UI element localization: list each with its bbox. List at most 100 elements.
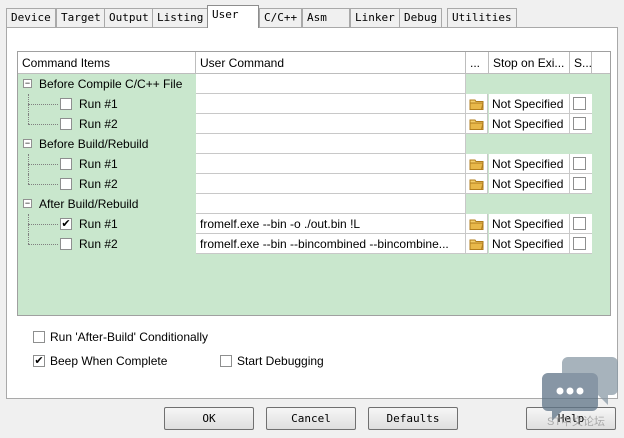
- run-checkbox[interactable]: [60, 118, 72, 130]
- run-checkbox[interactable]: [60, 178, 72, 190]
- header-user-command[interactable]: User Command: [196, 52, 466, 73]
- s-checkbox[interactable]: [573, 97, 586, 110]
- user-tab-panel: Command Items User Command ... Stop on E…: [6, 27, 618, 399]
- folder-icon: [469, 97, 485, 114]
- run-after-build-checkbox[interactable]: [33, 331, 45, 343]
- s-checkbox[interactable]: [573, 117, 586, 130]
- tree-line: [28, 174, 29, 184]
- header-s[interactable]: S...: [570, 52, 592, 73]
- run-label: Run #1: [79, 157, 118, 171]
- folder-icon: [469, 117, 485, 134]
- s-checkbox[interactable]: [573, 157, 586, 170]
- user-command-field[interactable]: [196, 174, 466, 194]
- tab-output[interactable]: Output: [104, 8, 154, 27]
- group-tree-cell: − Before Build/Rebuild: [18, 134, 196, 154]
- watermark-text: ST中文论坛: [547, 416, 606, 428]
- start-debugging-label: Start Debugging: [237, 354, 324, 368]
- group-command-cell: [196, 74, 466, 94]
- browse-button[interactable]: [466, 114, 488, 134]
- tab-asm[interactable]: Asm: [302, 8, 350, 27]
- header-stop-on-exit[interactable]: Stop on Exi...: [489, 52, 570, 73]
- user-command-grid: Command Items User Command ... Stop on E…: [17, 51, 611, 316]
- s-checkbox[interactable]: [573, 177, 586, 190]
- run-after-build-label: Run 'After-Build' Conditionally: [50, 330, 208, 344]
- tree-line: [28, 124, 58, 125]
- s-cell: [570, 214, 592, 234]
- header-browse[interactable]: ...: [466, 52, 489, 73]
- command-row[interactable]: Run #2 Not Specified: [18, 114, 610, 134]
- command-row[interactable]: Run #2 Not Specified: [18, 174, 610, 194]
- run-label: Run #1: [79, 97, 118, 111]
- cancel-button[interactable]: Cancel: [266, 407, 356, 430]
- user-command-field[interactable]: fromelf.exe --bin -o ./out.bin !L: [196, 214, 466, 234]
- tab-target[interactable]: Target: [56, 8, 106, 27]
- collapse-icon[interactable]: −: [23, 79, 32, 88]
- s-checkbox[interactable]: [573, 217, 586, 230]
- defaults-button[interactable]: Defaults: [368, 407, 458, 430]
- tree-line: [28, 164, 58, 165]
- s-cell: [570, 154, 592, 174]
- stop-on-exit-select[interactable]: Not Specified: [489, 234, 570, 254]
- tab-debug[interactable]: Debug: [399, 8, 443, 27]
- browse-button[interactable]: [466, 174, 488, 194]
- item-tree-cell: Run #2: [18, 174, 196, 194]
- user-command-field[interactable]: [196, 114, 466, 134]
- run-label: Run #2: [79, 117, 118, 131]
- s-cell: [570, 94, 592, 114]
- group-label: After Build/Rebuild: [39, 197, 139, 211]
- s-cell: [570, 234, 592, 254]
- group-row[interactable]: − After Build/Rebuild: [18, 194, 610, 214]
- group-row[interactable]: − Before Compile C/C++ File: [18, 74, 610, 94]
- stop-on-exit-select[interactable]: Not Specified: [489, 174, 570, 194]
- tab-device[interactable]: Device: [6, 8, 56, 27]
- run-checkbox[interactable]: [60, 238, 72, 250]
- user-command-field[interactable]: fromelf.exe --bin --bincombined --bincom…: [196, 234, 466, 254]
- command-row[interactable]: Run #1 Not Specified: [18, 154, 610, 174]
- s-cell: [570, 114, 592, 134]
- tree-line: [28, 114, 29, 124]
- item-tree-cell: Run #2: [18, 234, 196, 254]
- tree-line: [28, 244, 58, 245]
- s-checkbox[interactable]: [573, 237, 586, 250]
- tree-line: [28, 104, 58, 105]
- browse-button[interactable]: [466, 234, 488, 254]
- user-command-field[interactable]: [196, 94, 466, 114]
- user-command-field[interactable]: [196, 154, 466, 174]
- run-checkbox[interactable]: [60, 98, 72, 110]
- start-debugging-checkbox[interactable]: [220, 355, 232, 367]
- stop-on-exit-select[interactable]: Not Specified: [489, 94, 570, 114]
- stop-on-exit-select[interactable]: Not Specified: [489, 114, 570, 134]
- group-row[interactable]: − Before Build/Rebuild: [18, 134, 610, 154]
- tab-utilities[interactable]: Utilities: [447, 8, 517, 27]
- group-command-cell: [196, 134, 466, 154]
- tab-cpp[interactable]: C/C++: [259, 8, 302, 27]
- stop-on-exit-select[interactable]: Not Specified: [489, 214, 570, 234]
- group-label: Before Build/Rebuild: [39, 137, 149, 151]
- s-cell: [570, 174, 592, 194]
- collapse-icon[interactable]: −: [23, 199, 32, 208]
- collapse-icon[interactable]: −: [23, 139, 32, 148]
- command-row[interactable]: Run #2 fromelf.exe --bin --bincombined --…: [18, 234, 610, 254]
- tab-bar: Device Target Output Listing User C/C++ …: [6, 5, 618, 28]
- header-command-items[interactable]: Command Items: [18, 52, 196, 73]
- browse-button[interactable]: [466, 214, 488, 234]
- grid-header: Command Items User Command ... Stop on E…: [18, 52, 610, 74]
- browse-button[interactable]: [466, 154, 488, 174]
- tab-linker[interactable]: Linker: [350, 8, 400, 27]
- ok-button[interactable]: OK: [164, 407, 254, 430]
- beep-checkbox[interactable]: ✔: [33, 355, 45, 367]
- command-row[interactable]: ✔ Run #1 fromelf.exe --bin -o ./out.bin !L…: [18, 214, 610, 234]
- tab-listing[interactable]: Listing: [152, 8, 209, 27]
- run-checkbox[interactable]: [60, 158, 72, 170]
- command-row[interactable]: Run #1 Not Specified: [18, 94, 610, 114]
- tree-line: [28, 184, 58, 185]
- group-tree-cell: − After Build/Rebuild: [18, 194, 196, 214]
- item-tree-cell: Run #2: [18, 114, 196, 134]
- tab-user[interactable]: User: [207, 5, 259, 28]
- browse-button[interactable]: [466, 94, 488, 114]
- stop-on-exit-select[interactable]: Not Specified: [489, 154, 570, 174]
- beep-label: Beep When Complete: [50, 354, 168, 368]
- run-checkbox[interactable]: ✔: [60, 218, 72, 230]
- item-tree-cell: Run #1: [18, 94, 196, 114]
- run-label: Run #1: [79, 217, 118, 231]
